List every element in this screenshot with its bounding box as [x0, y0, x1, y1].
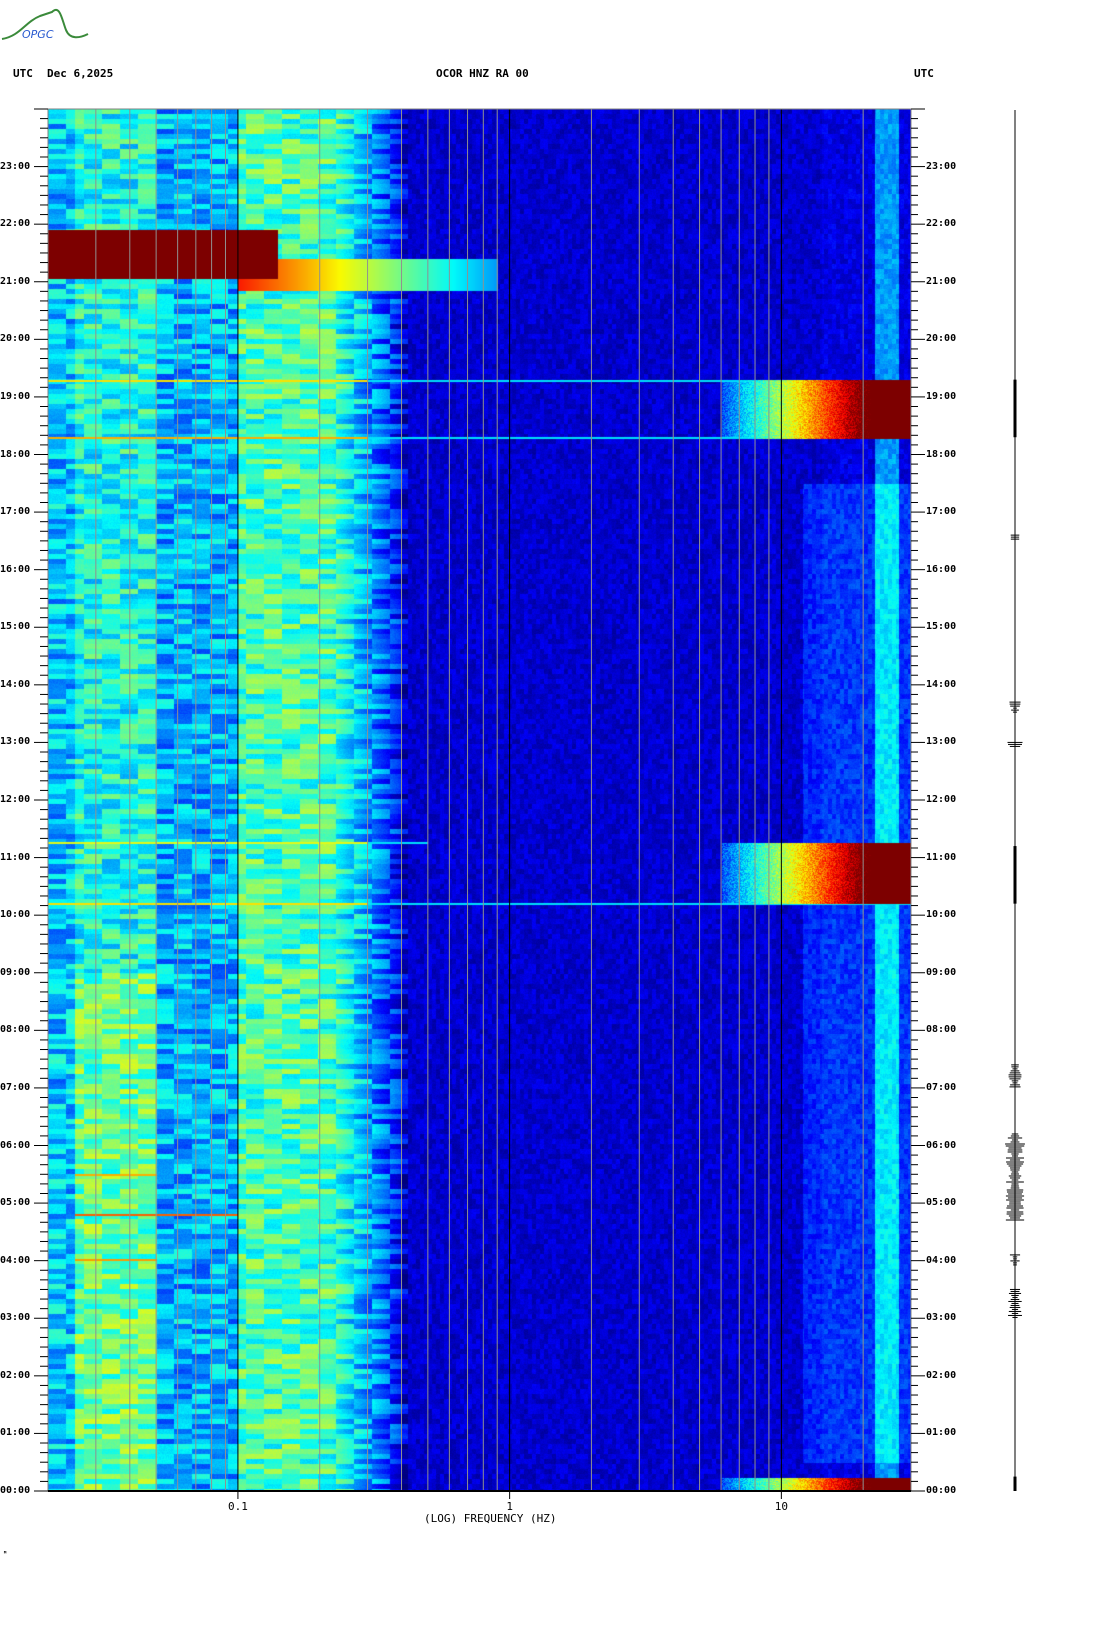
y-tick-label-right: 11:00 [926, 851, 957, 863]
x-axis-label: (LOG) FREQUENCY (HZ) [424, 1512, 557, 1525]
y-tick-label-left: 19:00 [0, 390, 31, 402]
y-tick-label-right: 19:00 [926, 390, 957, 402]
y-tick-label-right: 00:00 [926, 1485, 957, 1496]
y-tick-label-right: 09:00 [926, 966, 957, 978]
y-tick-label-right: 05:00 [926, 1197, 957, 1209]
y-tick-label-left: 10:00 [0, 909, 31, 921]
y-tick-label-right: 06:00 [926, 1139, 957, 1151]
y-tick-label-right: 04:00 [926, 1254, 957, 1266]
y-tick-label-right: 16:00 [926, 563, 957, 575]
y-tick-label-right: 02:00 [926, 1369, 957, 1381]
y-tick-label-right: 18:00 [926, 448, 957, 460]
y-tick-label-left: 14:00 [0, 678, 31, 690]
y-tick-label-right: 12:00 [926, 794, 957, 805]
y-tick-label-right: 17:00 [926, 506, 957, 518]
y-tick-label-left: 18:00 [0, 448, 31, 460]
y-tick-label-right: 08:00 [926, 1024, 957, 1036]
y-tick-label-left: 01:00 [0, 1427, 31, 1439]
y-tick-label-left: 05:00 [0, 1197, 31, 1209]
y-tick-label-left: 21:00 [0, 275, 31, 287]
y-tick-label-right: 14:00 [926, 678, 957, 690]
y-tick-label-left: 17:00 [0, 506, 31, 518]
y-tick-label-left: 11:00 [0, 851, 31, 863]
y-tick-label-left: 16:00 [0, 563, 31, 575]
y-tick-label-right: 01:00 [926, 1427, 957, 1439]
y-tick-label-left: 23:00 [0, 160, 31, 172]
seismogram-burst [1013, 846, 1017, 904]
y-tick-label-left: 15:00 [0, 621, 31, 633]
seismogram-burst [1013, 379, 1017, 438]
y-tick-label-left: 07:00 [0, 1081, 31, 1093]
y-tick-label-left: 00:00 [0, 1485, 31, 1496]
y-tick-label-right: 03:00 [926, 1312, 957, 1324]
y-tick-label-left: 08:00 [0, 1024, 31, 1036]
y-tick-label-left: 03:00 [0, 1312, 31, 1324]
x-tick-label: 10 [774, 1500, 788, 1513]
y-tick-label-left: 06:00 [0, 1139, 31, 1151]
chart-axes [34, 108, 1025, 1499]
y-tick-label-right: 21:00 [926, 275, 957, 287]
y-tick-label-right: 20:00 [926, 333, 957, 345]
y-tick-label-left: 04:00 [0, 1254, 31, 1266]
y-tick-label-right: 07:00 [926, 1081, 957, 1093]
seismogram-burst [1013, 1476, 1017, 1491]
y-tick-label-left: 12:00 [0, 794, 31, 805]
y-tick-label-right: 10:00 [926, 909, 957, 921]
x-tick-label: 0.1 [228, 1500, 248, 1513]
y-tick-label-left: 09:00 [0, 966, 31, 978]
footer-mark: ᴹ [3, 1550, 8, 1558]
y-tick-label-right: 23:00 [926, 160, 957, 172]
y-tick-label-left: 02:00 [0, 1369, 31, 1381]
y-tick-label-left: 20:00 [0, 333, 31, 345]
y-tick-label-left: 13:00 [0, 736, 31, 748]
y-tick-label-right: 15:00 [926, 621, 957, 633]
y-tick-label-right: 13:00 [926, 736, 957, 748]
y-tick-label-left: 22:00 [0, 218, 31, 230]
y-tick-label-right: 22:00 [926, 218, 957, 230]
